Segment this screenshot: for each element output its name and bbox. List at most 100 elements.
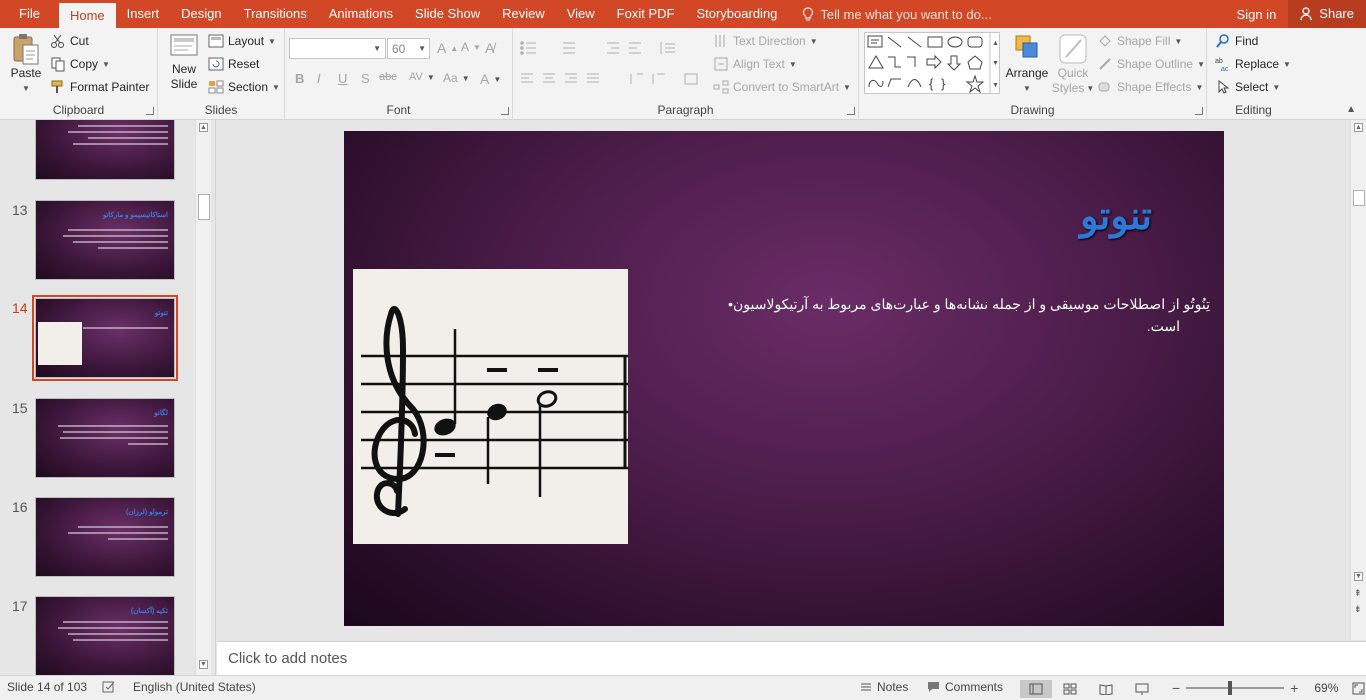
align-text-label: Align Text (733, 57, 785, 71)
music-notation-image[interactable] (353, 269, 628, 544)
section-button[interactable]: Section ▼ (208, 79, 280, 95)
slide-thumbnail-14[interactable]: 14 تنوتو (0, 295, 195, 388)
tab-transitions[interactable]: Transitions (233, 0, 318, 28)
dialog-launcher-icon[interactable] (847, 107, 855, 115)
smartart-button[interactable]: Convert to SmartArt ▼ (713, 79, 851, 95)
slide-title[interactable]: تنوتو (1080, 193, 1152, 238)
collapse-ribbon-icon[interactable]: ▲ (1346, 104, 1356, 115)
language-indicator[interactable]: English (United States) (133, 680, 256, 694)
dialog-launcher-icon[interactable] (1195, 107, 1203, 115)
tab-view[interactable]: View (556, 0, 606, 28)
shape-outline-button[interactable]: Shape Outline ▼ (1097, 56, 1205, 72)
clipboard-group-label: Clipboard (52, 103, 105, 117)
scroll-up-icon[interactable]: ▲ (1354, 123, 1363, 132)
tab-animations[interactable]: Animations (318, 0, 404, 28)
font-color-button[interactable]: A ▼ (480, 71, 501, 87)
slide-thumbnail-12[interactable] (0, 120, 195, 190)
font-size-input[interactable]: 60 ▼ (387, 38, 430, 59)
underline-button[interactable]: U (338, 71, 347, 86)
tab-design[interactable]: Design (170, 0, 232, 28)
cut-button[interactable]: Cut (50, 33, 89, 49)
shape-fill-button[interactable]: Shape Fill ▼ (1097, 33, 1182, 49)
zoom-level[interactable]: 69% (1314, 681, 1338, 695)
slide-thumbnail-15[interactable]: 15 لگاتو (0, 398, 195, 488)
quick-styles-button[interactable]: Quick Styles ▼ (1051, 32, 1095, 96)
slide-thumbnail-16[interactable]: 16 ترمولو (لرزان) (0, 497, 195, 587)
character-spacing-button[interactable]: AV ▼ (409, 71, 435, 83)
zoom-in-icon[interactable]: + (1290, 680, 1298, 696)
zoom-out-icon[interactable]: − (1172, 680, 1180, 696)
normal-view-icon[interactable] (1020, 680, 1052, 698)
scroll-thumb[interactable] (198, 194, 210, 220)
slide-sorter-icon[interactable] (1052, 680, 1088, 698)
quick-styles-icon (1059, 34, 1087, 64)
decrease-font-button[interactable]: A ▼ (461, 40, 481, 54)
slide-thumbnail-17[interactable]: 17 تکیه (آکسان) (0, 596, 195, 675)
tab-slide-show[interactable]: Slide Show (404, 0, 491, 28)
arrange-button[interactable]: Arrange ▼ (1005, 32, 1049, 96)
slideshow-view-icon[interactable] (1124, 680, 1160, 698)
italic-button[interactable]: I (317, 71, 321, 86)
reading-view-icon[interactable] (1088, 680, 1124, 698)
svg-text:ab: ab (1215, 58, 1223, 65)
notes-toggle-button[interactable]: Notes (860, 680, 908, 694)
slide-body-text[interactable]: تِنُوتُو از اصطلاحات موسیقی و از جمله نش… (674, 293, 1210, 337)
tab-review[interactable]: Review (491, 0, 556, 28)
font-name-input[interactable]: ▼ (289, 38, 386, 59)
thumbnail-image (35, 120, 175, 180)
scroll-thumb[interactable] (1353, 190, 1365, 206)
zoom-slider-thumb[interactable] (1228, 681, 1233, 695)
shapes-gallery[interactable]: { } ▲ ▼ ▼ (864, 32, 1000, 94)
list-buttons-icon (520, 41, 675, 55)
tab-storyboarding[interactable]: Storyboarding (685, 0, 788, 28)
change-case-button[interactable]: Aa ▼ (443, 71, 470, 85)
layout-button[interactable]: Layout ▼ (208, 33, 276, 49)
sign-in-link[interactable]: Sign in (1225, 7, 1289, 22)
comments-toggle-button[interactable]: Comments (927, 680, 1003, 694)
slide-thumbnail-13[interactable]: 13 استاکاتیسیمو و مارکاتو (0, 200, 195, 290)
fit-slide-icon[interactable] (1352, 682, 1365, 695)
zoom-slider[interactable] (1186, 681, 1285, 695)
reset-button[interactable]: Reset (208, 56, 259, 72)
shadow-button[interactable]: S (361, 71, 370, 86)
next-slide-icon[interactable]: ⇟ (1354, 604, 1362, 614)
dialog-launcher-icon[interactable] (501, 107, 509, 115)
strikethrough-button[interactable]: abc (379, 71, 397, 83)
find-button[interactable]: Find (1215, 33, 1258, 49)
chevron-down-icon: ▼ (1086, 84, 1095, 93)
bold-button[interactable]: B (295, 71, 304, 86)
replace-button[interactable]: ab ac Replace ▼ (1215, 56, 1291, 72)
paste-icon (13, 34, 39, 65)
tab-insert[interactable]: Insert (116, 0, 171, 28)
tab-file[interactable]: File (0, 0, 59, 28)
dialog-launcher-icon[interactable] (146, 107, 154, 115)
cursor-icon (1218, 79, 1230, 94)
text-direction-button[interactable]: Text Direction ▼ (713, 33, 818, 49)
current-slide[interactable]: تنوتو تِنُوتُو از اصطلاحات موسیقی و از ج… (344, 131, 1224, 626)
shape-effects-button[interactable]: Shape Effects ▼ (1097, 79, 1203, 95)
align-text-button[interactable]: Align Text ▼ (713, 56, 797, 72)
share-button[interactable]: Share (1288, 0, 1366, 28)
spell-check-icon[interactable] (102, 680, 116, 694)
new-slide-button[interactable]: New Slide (164, 32, 204, 92)
clear-formatting-button[interactable]: A̸ (485, 40, 494, 56)
format-painter-button[interactable]: Format Painter (50, 79, 149, 95)
scissors-icon (51, 34, 64, 48)
scroll-down-icon[interactable]: ▼ (199, 660, 208, 669)
paste-button[interactable]: Paste ▼ (8, 32, 44, 96)
increase-font-button[interactable]: A ▲ (437, 40, 458, 56)
tab-foxit-pdf[interactable]: Foxit PDF (606, 0, 686, 28)
font-group: ▼ 60 ▼ A ▲ A ▼ A̸ B I U S abc AV ▼ Aa ▼ A ▼ F… (285, 28, 513, 120)
notes-pane[interactable]: Click to add notes (217, 641, 1366, 675)
arrange-icon (1015, 35, 1038, 58)
tab-home[interactable]: Home (58, 3, 116, 28)
copy-button[interactable]: Copy ▼ (50, 56, 110, 72)
tell-me-box[interactable]: Tell me what you want to do... (802, 7, 992, 22)
select-button[interactable]: Select ▼ (1215, 79, 1280, 95)
previous-slide-icon[interactable]: ⇞ (1354, 588, 1362, 598)
editor-scrollbar[interactable]: ▲ ▼ ⇞ ⇟ (1350, 120, 1366, 640)
thumbnail-scrollbar[interactable]: ▲ ▼ (195, 120, 211, 675)
thumbnail-music-image (38, 322, 82, 365)
scroll-down-icon[interactable]: ▼ (1354, 572, 1363, 581)
scroll-up-icon[interactable]: ▲ (199, 123, 208, 132)
